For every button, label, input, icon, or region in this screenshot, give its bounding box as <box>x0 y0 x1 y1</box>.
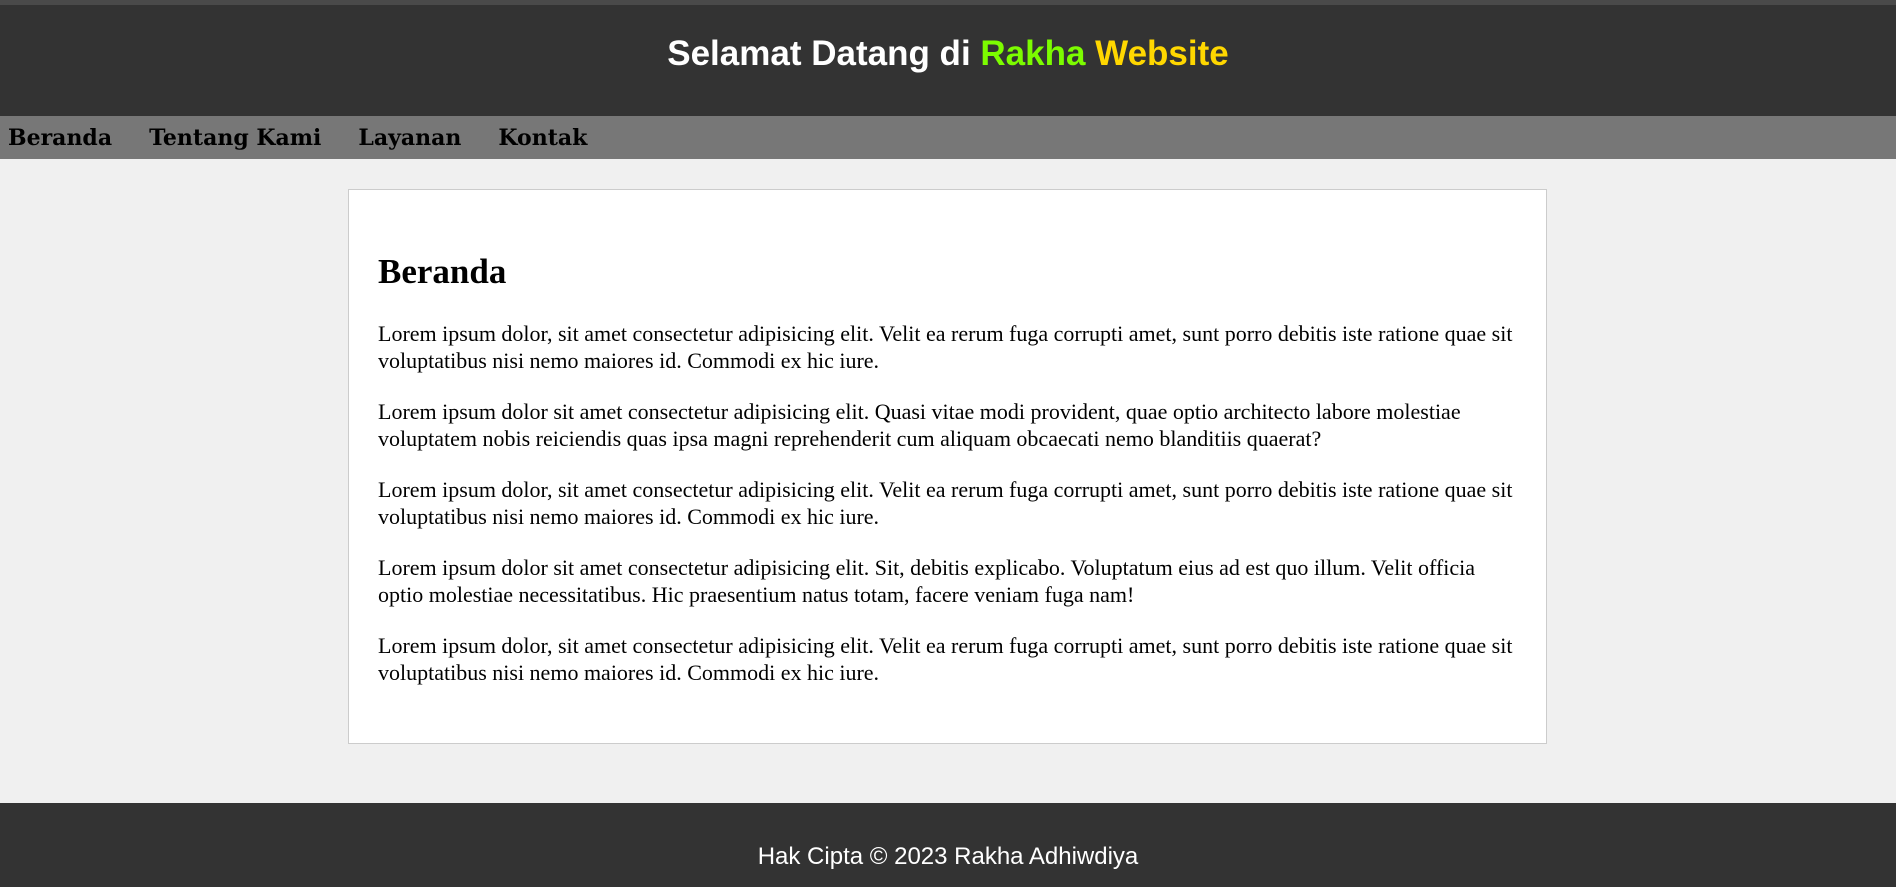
title-prefix: Selamat Datang di <box>667 34 981 73</box>
paragraph-4: Lorem ipsum dolor sit amet consectetur a… <box>378 555 1475 607</box>
paragraph-1: Lorem ipsum dolor, sit amet consectetur … <box>378 321 1513 373</box>
paragraph-3: Lorem ipsum dolor, sit amet consectetur … <box>378 477 1513 529</box>
nav-list: Beranda Tentang Kami Layanan Kontak <box>0 116 1896 159</box>
site-header: Selamat Datang di Rakha Website <box>0 0 1896 116</box>
nav-item-tentang-kami[interactable]: Tentang Kami <box>149 125 321 151</box>
nav-item-layanan[interactable]: Layanan <box>358 125 461 151</box>
nav-item-beranda[interactable]: Beranda <box>8 125 112 151</box>
paragraph-2: Lorem ipsum dolor sit amet consectetur a… <box>378 399 1461 451</box>
nav-item-kontak[interactable]: Kontak <box>498 125 587 151</box>
content-card: Beranda Lorem ipsum dolor, sit amet cons… <box>348 189 1547 744</box>
main-nav: Beranda Tentang Kami Layanan Kontak <box>0 116 1896 159</box>
section-heading: Beranda <box>378 252 507 291</box>
copyright-text: Hak Cipta © 2023 Rakha Adhiwdiya <box>757 843 1139 870</box>
title-accent-website: Website <box>1085 34 1229 73</box>
title-accent-rakha: Rakha <box>980 34 1086 73</box>
paragraph-5: Lorem ipsum dolor, sit amet consectetur … <box>378 633 1513 685</box>
site-footer: Hak Cipta © 2023 Rakha Adhiwdiya <box>0 803 1896 887</box>
site-title: Selamat Datang di Rakha Website <box>0 32 1896 76</box>
